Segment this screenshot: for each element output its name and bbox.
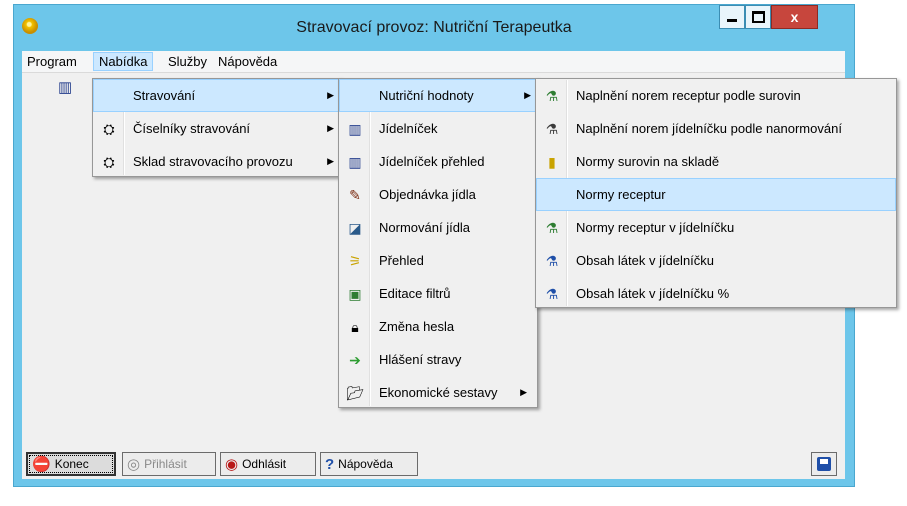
menu-item-label: Normy surovin na skladě [576, 154, 720, 169]
menu-item-obsah-latek[interactable]: ⚗ Obsah látek v jídelníčku [536, 244, 896, 277]
menu-item-naplneni-receptur[interactable]: ⚗ Naplnění norem receptur podle surovin [536, 79, 896, 112]
menu-item-label: Ekonomické sestavy [379, 385, 498, 400]
stravovani-menu: Nutriční hodnoty ▶ ▥ Jídelníček ▥ Jídeln… [338, 78, 538, 408]
beaker-icon: ⚗ [545, 121, 559, 137]
menu-item-label: Obsah látek v jídelníčku % [576, 286, 730, 301]
filter-icon: ▣ [348, 286, 362, 302]
close-button[interactable]: x [771, 5, 818, 29]
submenu-arrow-icon: ▶ [327, 123, 334, 133]
recipe-icon: ⚗ [545, 88, 559, 104]
menu-item-label: Jídelníček přehled [379, 154, 485, 169]
close-icon: x [790, 9, 799, 25]
menu-item-stravovani[interactable]: Stravování ▶ [93, 79, 340, 112]
report-icon: ➔ [349, 352, 361, 368]
menu-item-obsah-latek-procenta[interactable]: ⚗ Obsah látek v jídelníčku % [536, 277, 896, 310]
menu-item-jidelnicek[interactable]: ▥ Jídelníček [339, 112, 537, 145]
menu-item-label: Hlášení stravy [379, 352, 462, 367]
menu-item-objednavka[interactable]: ✎ Objednávka jídla [339, 178, 537, 211]
help-icon: ? [325, 455, 335, 473]
menu-item-label: Obsah látek v jídelníčku [576, 253, 715, 268]
menu-item-label: Změna hesla [379, 319, 455, 334]
maximize-button[interactable] [745, 5, 771, 29]
norm-icon: ◪ [348, 220, 362, 236]
login-icon: ◎ [127, 456, 141, 473]
menu-napoveda[interactable]: Nápověda [213, 52, 282, 71]
menu-item-normovani[interactable]: ◪ Normování jídla [339, 211, 537, 244]
exit-icon: ⛔ [32, 456, 51, 473]
book-icon: ▥ [348, 154, 362, 170]
menu-item-normy-receptur-jidelnicek[interactable]: ⚗ Normy receptur v jídelníčku [536, 211, 896, 244]
bottom-toolbar: ⛔ Konec ◎ Přihlásit ◉ Odhlásit ? Nápověd… [22, 449, 845, 479]
catalog-icon: ⛭ [103, 121, 115, 137]
menu-item-label: Stravování [133, 88, 196, 103]
menu-item-zmena-hesla[interactable]: 🔒︎ Změna hesla [339, 310, 537, 343]
napoveda-label: Nápověda [338, 457, 393, 471]
flask-icon: ⚗ [545, 286, 559, 302]
overview-icon: ⚞ [348, 253, 362, 269]
menu-item-nutricni-hodnoty[interactable]: Nutriční hodnoty ▶ [339, 79, 537, 112]
warehouse-icon: ⛭ [103, 154, 115, 170]
menu-item-label: Objednávka jídla [379, 187, 476, 202]
odhlasit-label: Odhlásit [242, 457, 287, 471]
menu-item-hlaseni-stravy[interactable]: ➔ Hlášení stravy [339, 343, 537, 376]
menu-item-normy-surovin[interactable]: ▮ Normy surovin na skladě [536, 145, 896, 178]
menu-item-prehled[interactable]: ⚞ Přehled [339, 244, 537, 277]
maximize-icon [751, 11, 765, 23]
menu-bar: Program Nabídka Služby Nápověda [22, 51, 845, 73]
title-bar[interactable]: Stravovací provoz: Nutriční Terapeutka x [14, 5, 854, 49]
menu-item-label: Normování jídla [379, 220, 471, 235]
order-icon: ✎ [349, 187, 361, 203]
odhlasit-button[interactable]: ◉ Odhlásit [220, 452, 316, 476]
submenu-arrow-icon: ▶ [520, 387, 527, 397]
toolbar: ▥ [58, 78, 72, 96]
submenu-arrow-icon: ▶ [524, 90, 531, 100]
nutricni-hodnoty-menu: ⚗ Naplnění norem receptur podle surovin … [535, 78, 897, 308]
menu-item-ciselniky[interactable]: ⛭ Číselníky stravování ▶ [93, 112, 340, 145]
lock-icon: 🔒︎ [351, 319, 359, 335]
book-icon: ▥ [348, 121, 362, 137]
flask-icon: ⚗ [545, 253, 559, 269]
logout-icon: ◉ [225, 456, 239, 473]
flask-icon: ⚗ [545, 220, 559, 236]
konec-button[interactable]: ⛔ Konec [26, 452, 116, 476]
save-icon [817, 457, 831, 471]
menu-item-label: Přehled [379, 253, 424, 268]
minimize-icon [727, 18, 737, 22]
menu-item-label: Nutriční hodnoty [379, 88, 474, 103]
minimize-button[interactable] [719, 5, 745, 29]
napoveda-button[interactable]: ? Nápověda [320, 452, 418, 476]
menu-item-label: Normy receptur [576, 187, 666, 202]
submenu-arrow-icon: ▶ [327, 90, 334, 100]
menu-item-naplneni-jidelnicku[interactable]: ⚗ Naplnění norem jídelníčku podle nanorm… [536, 112, 896, 145]
menu-item-label: Normy receptur v jídelníčku [576, 220, 735, 235]
prihlasit-label: Přihlásit [144, 457, 187, 471]
menu-item-jidelnicek-prehled[interactable]: ▥ Jídelníček přehled [339, 145, 537, 178]
menu-nabidka[interactable]: Nabídka [93, 52, 154, 71]
save-button[interactable] [811, 452, 837, 476]
menu-item-label: Editace filtrů [379, 286, 451, 301]
menu-item-label: Sklad stravovacího provozu [133, 154, 293, 169]
menu-item-label: Naplnění norem receptur podle surovin [576, 88, 801, 103]
nabidka-menu: Stravování ▶ ⛭ Číselníky stravování ▶ ⛭ … [92, 78, 341, 177]
menu-item-ekonomicke-sestavy[interactable]: 📂︎ Ekonomické sestavy ▶ [339, 376, 537, 409]
menu-item-label: Naplnění norem jídelníčku podle nanormov… [576, 121, 842, 136]
menu-item-editace-filtru[interactable]: ▣ Editace filtrů [339, 277, 537, 310]
menu-item-sklad[interactable]: ⛭ Sklad stravovacího provozu ▶ [93, 145, 340, 178]
book-icon[interactable]: ▥ [58, 79, 72, 96]
folder-icon: 📂︎ [346, 385, 364, 401]
menu-item-label: Číselníky stravování [133, 121, 251, 136]
prihlasit-button[interactable]: ◎ Přihlásit [122, 452, 216, 476]
submenu-arrow-icon: ▶ [327, 156, 334, 166]
menu-program[interactable]: Program [22, 52, 82, 71]
menu-item-normy-receptur[interactable]: Normy receptur [536, 178, 896, 211]
konec-label: Konec [54, 457, 89, 471]
jar-icon: ▮ [548, 154, 556, 170]
menu-sluzby[interactable]: Služby [163, 52, 212, 71]
menu-item-label: Jídelníček [379, 121, 438, 136]
